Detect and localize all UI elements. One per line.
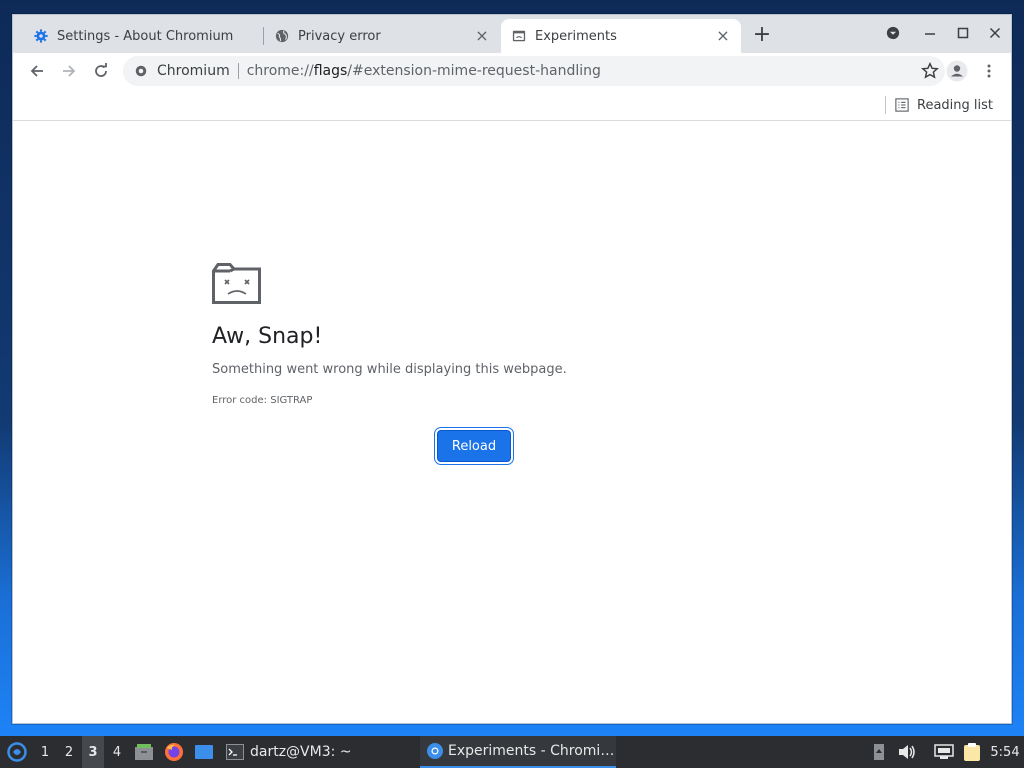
sad-tab-icon [212,262,262,308]
browser-task-label: Experiments - Chromi… [448,743,615,759]
omnibox-divider [237,63,239,79]
tab-search-icon[interactable] [883,23,903,43]
tray-indicator-icon[interactable] [870,736,888,768]
bookmarks-separator [885,96,886,114]
kebab-menu-icon [987,64,991,78]
forward-arrow-icon [63,65,76,77]
error-title: Aw, Snap! [212,324,323,349]
browser-window: Settings - About Chromium Privacy error … [12,14,1012,724]
chromium-taskbar-icon [427,743,443,759]
site-label: Chromium [157,63,230,79]
terminal-task-button[interactable]: dartz@VM3: ~ [222,736,352,768]
url-text: chrome://flags/#extension-mime-request-h… [247,63,601,79]
back-arrow-icon [30,65,43,77]
close-tab-icon[interactable]: × [474,28,490,44]
tab-title: Experiments [535,28,617,44]
workspace-1[interactable]: 1 [34,736,56,768]
tab-title: Privacy error [298,28,381,44]
tab-strip: Settings - About Chromium Privacy error … [13,15,1011,53]
browser-task-button[interactable]: Experiments - Chromi… [420,736,616,768]
bookmark-star-icon[interactable] [921,61,939,80]
profile-button[interactable] [943,57,971,85]
page-content: Aw, Snap! Something went wrong while dis… [13,122,1011,723]
close-tab-icon[interactable]: × [715,28,731,44]
url-suffix: /#extension-mime-request-handling [347,63,601,79]
distro-logo-icon [7,742,27,762]
forward-button[interactable] [55,57,83,85]
tab-privacy-error[interactable]: Privacy error × [264,19,500,53]
workspace-2[interactable]: 2 [58,736,80,768]
error-message: Something went wrong while displaying th… [212,362,567,377]
tab-settings[interactable]: Settings - About Chromium [23,19,263,53]
reload-button[interactable]: Reload [437,430,511,462]
reading-list-label: Reading list [917,97,993,113]
file-manager-icon[interactable] [132,736,156,768]
bookmarks-bar: Reading list [13,89,1011,121]
menu-button[interactable] [975,57,1003,85]
url-prefix: chrome:// [246,63,314,79]
back-button[interactable] [23,57,51,85]
tab-experiments[interactable]: Experiments × [501,19,741,53]
clock[interactable]: 5:54 [988,736,1022,768]
workspace-4[interactable]: 4 [106,736,128,768]
reload-toolbar-button[interactable] [87,57,115,85]
maximize-icon[interactable] [953,23,973,43]
terminal-task-label: dartz@VM3: ~ [250,744,352,760]
workspace-3[interactable]: 3 [82,736,104,768]
experiments-icon [511,28,527,44]
url-host: flags [313,63,348,79]
firefox-icon[interactable] [162,736,186,768]
error-code: Error code: SIGTRAP [212,395,313,406]
avatar-icon [946,60,968,82]
reading-list-button[interactable]: Reading list [895,95,993,115]
network-icon[interactable] [932,736,956,768]
gear-icon [33,28,49,44]
clipboard-icon[interactable] [960,736,984,768]
reading-list-icon [895,98,909,112]
toolbar: Chromium chrome://flags/#extension-mime-… [13,53,1011,89]
tab-title: Settings - About Chromium [57,28,234,44]
start-menu-button[interactable] [4,736,30,768]
reload-icon [95,63,107,77]
chromium-icon [133,63,149,79]
minimize-icon[interactable] [920,23,940,43]
volume-icon[interactable] [896,736,918,768]
globe-icon [274,28,290,44]
address-bar[interactable]: Chromium chrome://flags/#extension-mime-… [123,56,945,86]
terminal-icon [226,744,244,760]
new-tab-button[interactable]: + [751,24,773,47]
close-window-icon[interactable] [985,23,1005,43]
desktop-icon[interactable] [192,736,216,768]
taskbar: 1 2 3 4 dartz@VM3: ~ Experiments - Chrom… [0,736,1024,768]
